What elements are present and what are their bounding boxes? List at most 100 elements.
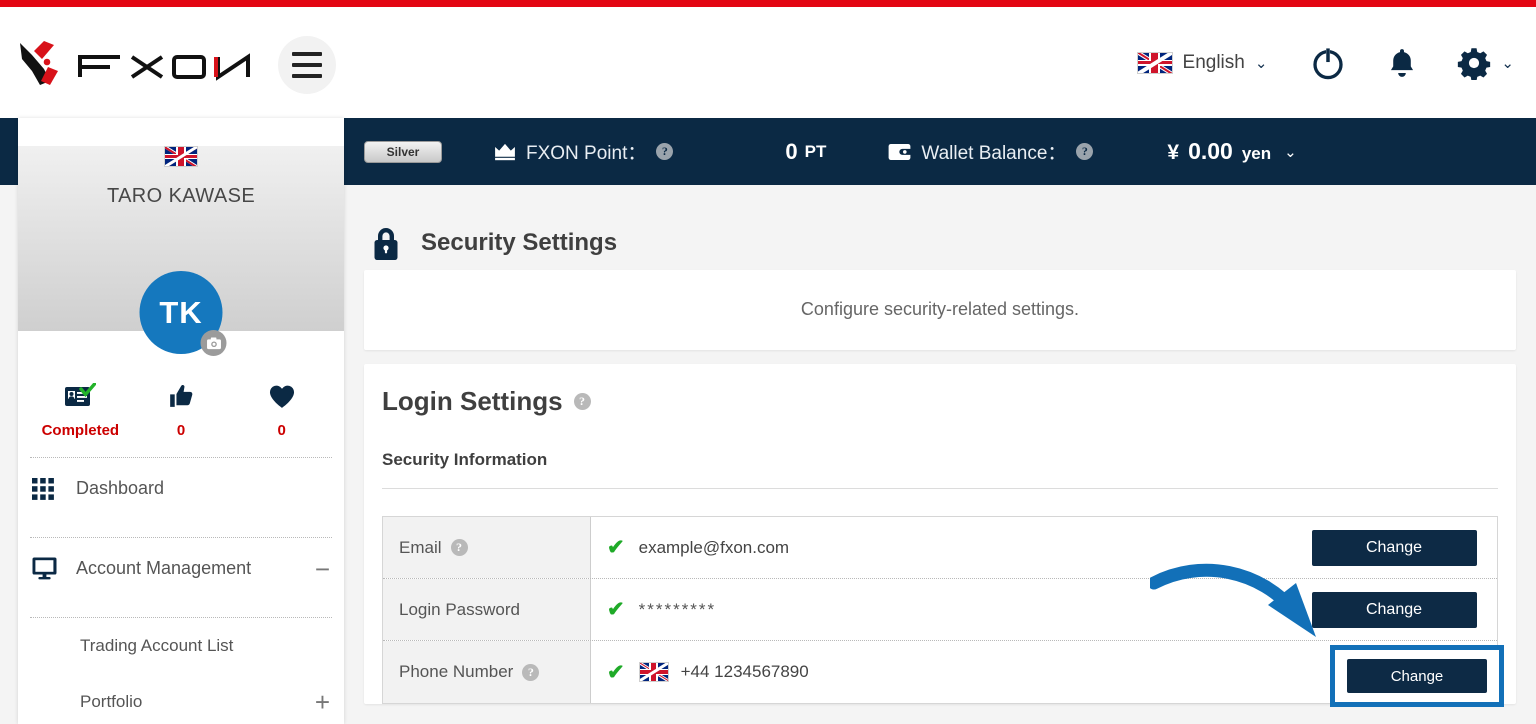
stat-likes[interactable]: 0	[131, 381, 232, 439]
wallet-balance-value-group[interactable]: ¥ 0.00 yen ⌄	[1167, 138, 1296, 165]
wallet-balance-group: Wallet Balance： ?	[888, 138, 1094, 165]
lock-icon	[374, 227, 398, 260]
fxon-logo-text	[78, 53, 250, 81]
main-content: Security Settings Configure security-rel…	[344, 185, 1536, 724]
page-description: Configure security-related settings.	[800, 299, 1080, 319]
row-action-cell: Change	[1291, 579, 1497, 640]
stat-favorites[interactable]: 0	[231, 381, 332, 439]
heart-icon	[269, 385, 294, 408]
language-label: English	[1182, 51, 1245, 73]
top-accent-bar	[0, 0, 1536, 7]
change-email-button[interactable]: Change	[1311, 529, 1477, 566]
uk-flag-icon	[1136, 51, 1173, 74]
fxon-point-value: 0	[785, 138, 798, 164]
profile-user-name: TARO KAWASE	[106, 185, 256, 207]
section-subtitle: Security Information	[382, 450, 548, 469]
verified-check-icon: ✔	[607, 536, 625, 559]
table-row: Login Password ✔ ********* Change	[383, 579, 1497, 641]
table-row: Email ? ✔ example@fxon.com Change	[383, 517, 1497, 579]
gear-icon	[1458, 47, 1491, 80]
help-icon[interactable]: ?	[656, 143, 674, 160]
page-title-row: Security Settings	[344, 185, 1536, 270]
tier-badge[interactable]: Silver	[364, 140, 442, 163]
expand-toggle-icon[interactable]: +	[315, 689, 330, 715]
stat-label: 0	[277, 422, 286, 439]
section-divider	[382, 488, 1498, 489]
thumbs-up-icon	[170, 384, 193, 407]
app-header: English ⌄ ⌄	[0, 7, 1536, 118]
row-label-cell: Login Password	[383, 579, 591, 640]
collapse-toggle-icon[interactable]: −	[315, 556, 330, 582]
wallet-balance-value: 0.00	[1188, 138, 1233, 164]
page-title: Security Settings	[421, 228, 618, 256]
section-title-row: Login Settings ?	[382, 386, 1498, 417]
stat-verification[interactable]: Completed	[30, 381, 131, 439]
settings-button[interactable]: ⌄	[1457, 46, 1514, 80]
crown-icon	[495, 143, 515, 160]
verified-check-icon: ✔	[607, 660, 625, 684]
help-icon[interactable]: ?	[522, 663, 540, 681]
chevron-down-icon: ⌄	[1501, 54, 1514, 72]
help-icon[interactable]: ?	[1076, 143, 1094, 160]
change-password-button[interactable]: Change	[1311, 591, 1477, 628]
language-selector[interactable]: English ⌄	[1136, 51, 1268, 74]
chevron-down-icon: ⌄	[1254, 54, 1268, 72]
stat-label: 0	[176, 422, 186, 439]
row-label: Phone Number	[399, 662, 514, 681]
sidebar: TARO KAWASE TK Completed 0 0 Dashboard A…	[18, 118, 344, 724]
verified-check-icon: ✔	[607, 598, 625, 621]
app-root: English ⌄ ⌄ Silver FXON Point： ? 0 PT Wa…	[0, 0, 1536, 724]
notifications-button[interactable]	[1385, 46, 1419, 80]
hamburger-icon	[292, 63, 322, 67]
chevron-down-icon: ⌄	[1284, 143, 1297, 161]
phone-value-group: +44 1234567890	[638, 662, 809, 682]
header-actions: English ⌄ ⌄	[1136, 7, 1514, 118]
sidebar-item-trading-account-list[interactable]: Trading Account List	[18, 618, 344, 674]
fxon-point-group: FXON Point： ?	[494, 138, 674, 165]
stat-label: Completed	[41, 422, 120, 439]
sidebar-subitem-label: Trading Account List	[80, 636, 234, 655]
currency-symbol: ¥	[1167, 141, 1180, 164]
row-value-cell: ✔ *********	[591, 579, 1291, 640]
help-icon[interactable]: ?	[450, 539, 468, 556]
profile-stats: Completed 0 0	[18, 381, 344, 439]
row-value-cell: ✔ example@fxon.com	[591, 517, 1291, 578]
row-label: Login Password	[399, 599, 520, 619]
row-value: example@fxon.com	[638, 537, 790, 557]
uk-flag-icon	[638, 662, 669, 682]
sidebar-item-portfolio[interactable]: Portfolio +	[18, 674, 344, 724]
currency-unit: yen	[1241, 144, 1272, 163]
highlight-box: Change	[1330, 645, 1504, 707]
uk-flag-icon	[164, 146, 198, 167]
fxon-point-unit: PT	[804, 141, 827, 161]
sidebar-item-account-management[interactable]: Account Management −	[18, 538, 344, 599]
row-action-cell: Change	[1291, 517, 1497, 578]
row-value-cell: ✔ +44 1234567890	[591, 641, 1291, 703]
power-button[interactable]	[1309, 44, 1347, 82]
menu-toggle-button[interactable]	[278, 36, 336, 94]
power-icon	[1313, 47, 1344, 79]
wallet-balance-label: Wallet Balance：	[921, 143, 1067, 164]
hamburger-icon	[292, 74, 322, 78]
help-icon[interactable]: ?	[573, 393, 591, 410]
row-label-cell: Email ?	[383, 517, 591, 578]
fxon-logo[interactable]	[14, 37, 254, 91]
sidebar-subitem-label: Portfolio	[80, 692, 143, 711]
row-value: *********	[638, 599, 717, 619]
sidebar-item-label: Dashboard	[76, 478, 165, 498]
grid-icon	[32, 477, 76, 500]
fxon-point-label: FXON Point：	[526, 143, 647, 164]
sidebar-item-label: Account Management	[76, 558, 252, 578]
camera-icon	[206, 337, 221, 349]
avatar-upload-button[interactable]	[200, 330, 227, 356]
wallet-icon	[888, 143, 912, 160]
bell-icon	[1391, 48, 1414, 77]
sidebar-item-dashboard[interactable]: Dashboard	[18, 458, 344, 519]
section-title: Login Settings	[382, 386, 563, 416]
profile-header: TARO KAWASE TK	[18, 146, 344, 356]
fxon-logo-mark	[20, 41, 58, 85]
row-value: +44 1234567890	[680, 662, 809, 681]
avatar[interactable]: TK	[139, 271, 227, 356]
hamburger-icon	[292, 52, 322, 56]
change-phone-button[interactable]: Change	[1347, 659, 1487, 693]
